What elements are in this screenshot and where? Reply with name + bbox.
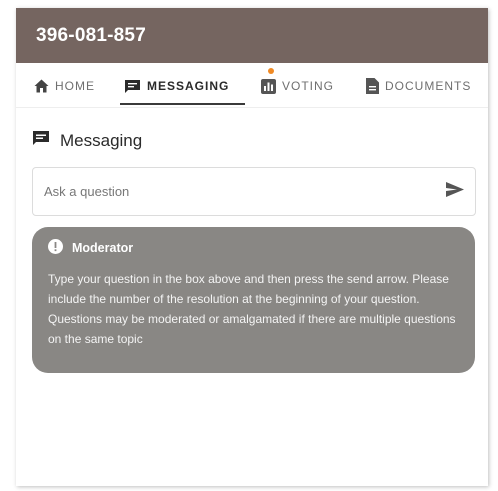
moderator-header: Moderator [48, 239, 133, 257]
app-header: 396-081-857 [16, 8, 488, 63]
send-icon [446, 181, 464, 202]
active-tab-indicator [120, 103, 245, 105]
tab-bar: HOME MESSAGING VOTING DOCUMENTS [16, 63, 488, 108]
tab-documents[interactable]: DOCUMENTS [366, 75, 471, 97]
tab-voting-label: VOTING [282, 79, 335, 93]
home-icon [34, 79, 49, 93]
moderator-message: Type your question in the box above and … [48, 272, 456, 346]
voting-notification-dot [268, 68, 274, 74]
page-title: Messaging [60, 130, 143, 150]
question-input-box [32, 167, 476, 216]
message-icon [32, 130, 50, 151]
message-icon [124, 79, 141, 94]
info-icon [48, 239, 63, 257]
meeting-id: 396-081-857 [36, 24, 146, 46]
app-frame: 396-081-857 HOME MESSAGING VOTING DOCUME… [16, 8, 488, 486]
moderator-notice: Moderator Type your question in the box … [32, 227, 475, 373]
bar-chart-icon [261, 78, 276, 94]
tab-messaging[interactable]: MESSAGING [124, 75, 229, 97]
document-icon [366, 78, 379, 94]
tab-home[interactable]: HOME [34, 75, 95, 97]
question-input[interactable] [33, 167, 435, 216]
tab-voting[interactable]: VOTING [261, 75, 334, 97]
section-header: Messaging [32, 130, 142, 151]
send-button[interactable] [435, 168, 475, 215]
moderator-title: Moderator [72, 241, 134, 255]
tab-home-label: HOME [55, 79, 95, 93]
tab-messaging-label: MESSAGING [147, 79, 230, 93]
tab-documents-label: DOCUMENTS [385, 79, 472, 93]
